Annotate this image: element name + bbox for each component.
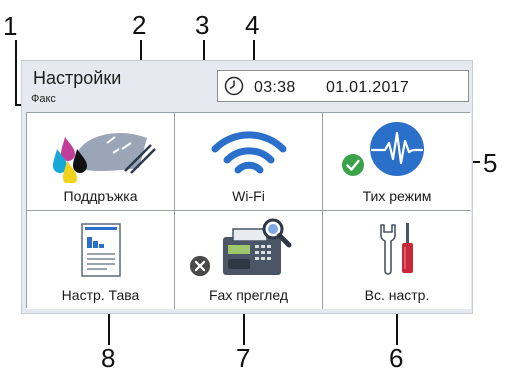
quiet-mode-icon xyxy=(370,122,424,176)
tile-tray-settings[interactable]: Настр. Тава xyxy=(27,211,175,309)
fax-preview-icon xyxy=(223,218,292,275)
tile-maintenance-label: Поддръжка xyxy=(63,188,138,204)
tile-wifi[interactable]: Wi-Fi xyxy=(175,113,323,211)
tile-fax-preview-label: Fax преглед xyxy=(209,287,288,303)
leader-1 xyxy=(15,40,17,106)
tile-quiet-mode[interactable]: Тих режим xyxy=(323,113,471,211)
callout-2: 2 xyxy=(132,10,147,40)
tile-all-settings-label: Вс. настр. xyxy=(364,287,430,303)
clock-icon xyxy=(224,76,244,96)
mode-subtitle: Факс xyxy=(31,93,56,105)
ink-cartridge-icon xyxy=(53,133,156,183)
date-text: 01.01.2017 xyxy=(326,79,410,96)
tray-settings-icon xyxy=(81,223,121,277)
all-settings-icon xyxy=(380,223,413,275)
callout-7: 7 xyxy=(236,343,251,373)
time-text: 03:38 xyxy=(254,79,296,96)
callout-6: 6 xyxy=(389,343,404,373)
callout-8: 8 xyxy=(101,343,116,373)
callout-1: 1 xyxy=(3,11,18,41)
callout-4: 4 xyxy=(245,10,260,40)
tile-all-settings[interactable]: Вс. настр. xyxy=(323,211,471,309)
check-status-icon xyxy=(342,154,364,176)
wifi-icon xyxy=(211,131,287,174)
callout-5: 5 xyxy=(483,148,498,178)
tile-wifi-label: Wi-Fi xyxy=(232,188,265,204)
settings-grid: Поддръжка Wi-Fi Тих режим Настр. Тава Fa… xyxy=(26,112,471,309)
callout-3: 3 xyxy=(195,10,210,40)
page-title: Настройки xyxy=(33,68,122,88)
tile-maintenance[interactable]: Поддръжка xyxy=(27,113,175,211)
tile-tray-settings-label: Настр. Тава xyxy=(61,287,140,303)
tile-quiet-mode-label: Тих режим xyxy=(362,188,432,204)
off-status-icon xyxy=(189,255,211,277)
tile-fax-preview[interactable]: Fax преглед xyxy=(175,211,323,309)
